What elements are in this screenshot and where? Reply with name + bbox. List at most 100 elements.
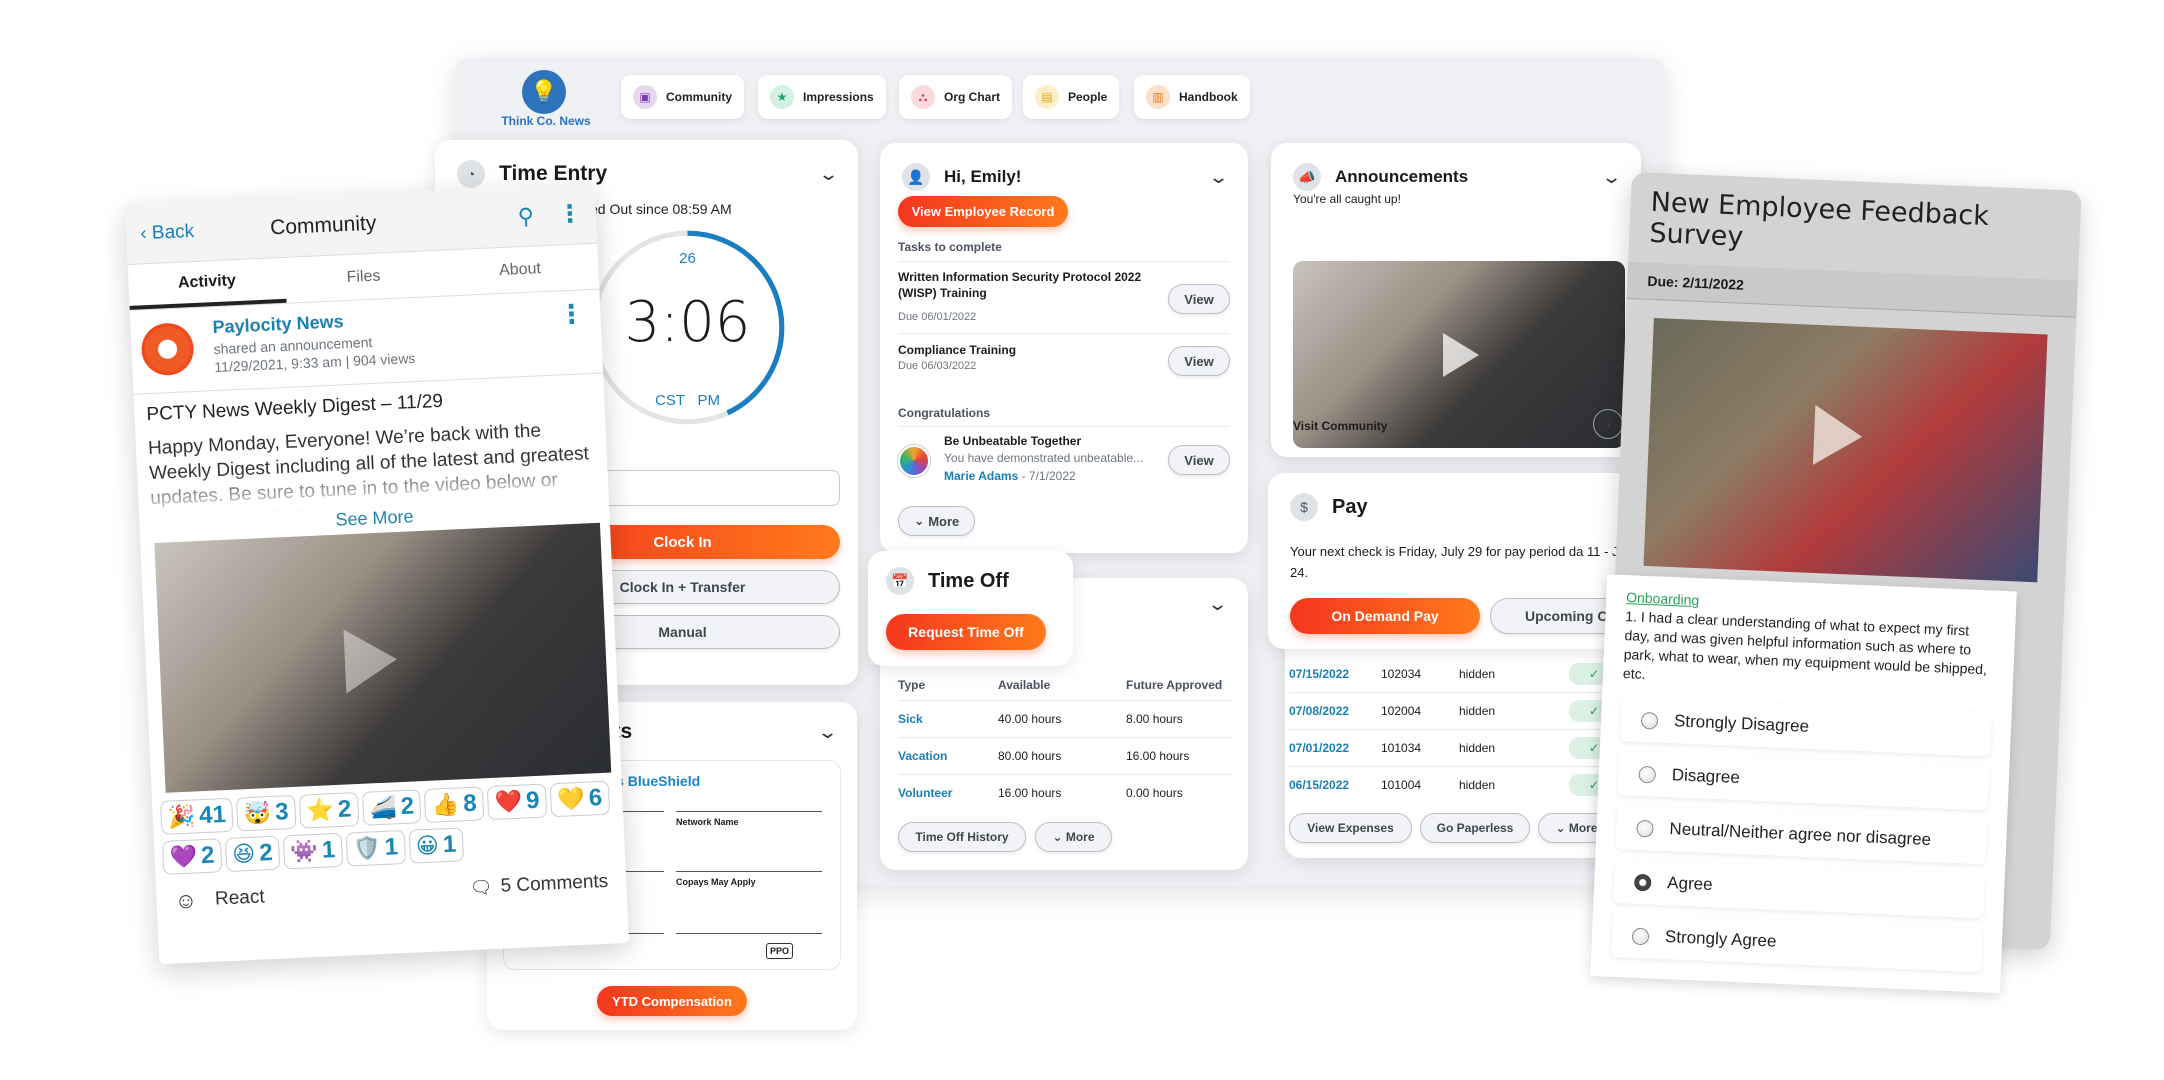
radio-button[interactable] [1633, 873, 1652, 891]
tasks-heading: Tasks to complete [898, 240, 1002, 254]
congrats-title: Be Unbeatable Together [944, 434, 1082, 448]
reaction-chip[interactable]: 💛 6 [549, 780, 610, 818]
option-label: Strongly Agree [1664, 927, 1777, 951]
employee-more-button[interactable]: ⌄ More [898, 506, 975, 536]
clock-icon: ◔ [457, 160, 485, 188]
reaction-count: 1 [384, 833, 399, 861]
chat-icon: ▣ [633, 85, 657, 109]
ytd-compensation-button[interactable]: YTD Compensation [597, 986, 747, 1016]
survey-panel: New Employee Feedback Survey Due: 2/11/2… [1590, 172, 2082, 994]
survey-option[interactable]: Strongly Disagree [1620, 697, 1992, 757]
nav-label: Handbook [1179, 90, 1238, 104]
play-icon[interactable] [343, 627, 399, 694]
chevron-down-icon[interactable]: ⌄ [817, 722, 838, 743]
reaction-chip[interactable]: 🎉 41 [160, 797, 234, 835]
time-off-title: Time Off [928, 569, 1009, 592]
survey-option[interactable]: Neutral/Neither agree nor disagree [1615, 804, 1988, 865]
reaction-chip[interactable]: 👍 8 [424, 786, 485, 823]
tab-activity[interactable]: Activity [127, 257, 287, 310]
book-icon: ▥ [1146, 85, 1170, 109]
clock-time: 3:06 [624, 290, 751, 355]
congrats-text: You have demonstrated unbeatable... [944, 451, 1144, 465]
on-demand-pay-button[interactable]: On Demand Pay [1290, 598, 1480, 634]
request-time-off-button[interactable]: Request Time Off [886, 614, 1046, 650]
survey-due: Due: 2/11/2022 [1626, 261, 2078, 318]
chevron-down-icon: ⌄ [1052, 830, 1066, 844]
go-paperless-button[interactable]: Go Paperless [1420, 813, 1530, 843]
chevron-down-icon[interactable]: ⌄ [1207, 594, 1228, 615]
play-icon[interactable] [1812, 404, 1864, 467]
play-icon[interactable] [1443, 333, 1479, 377]
reaction-chip[interactable]: 🤯 3 [236, 794, 297, 832]
back-button[interactable]: ‹ Back [140, 217, 271, 245]
lightbulb-logo-icon[interactable]: 💡 [522, 70, 566, 114]
pay-row: 06/15/2022 101004 hidden ✓ [1289, 766, 1619, 803]
reaction-chip[interactable]: ⭐ 2 [298, 792, 360, 829]
emoji-icon: 💜 [169, 843, 198, 870]
chevron-down-icon[interactable]: ⌄ [818, 164, 839, 185]
ppo-badge: PPO [766, 943, 794, 959]
time-off-more-button[interactable]: ⌄ More [1035, 822, 1112, 852]
survey-video[interactable] [1643, 318, 2048, 583]
radio-button[interactable] [1636, 819, 1654, 837]
radio-button[interactable] [1638, 765, 1657, 784]
reaction-chip[interactable]: 😆 2 [224, 835, 281, 873]
comments-link[interactable]: 5 Comments [500, 871, 609, 898]
survey-question-card: Onboarding 1. I had a clear understandin… [1590, 574, 2017, 994]
react-button[interactable]: React [215, 877, 471, 911]
smiley-icon[interactable]: ☺ [174, 887, 198, 914]
clock-zone: CST PM [654, 392, 720, 409]
reaction-count: 2 [258, 838, 274, 867]
more-vertical-icon[interactable]: ⋮ [557, 199, 582, 229]
task-view-button[interactable]: View [1168, 284, 1230, 314]
survey-option[interactable]: Strongly Agree [1611, 912, 1983, 973]
chevron-right-icon[interactable]: › [1593, 409, 1623, 439]
option-label: Agree [1666, 873, 1714, 894]
nav-people[interactable]: ▤ People [1023, 75, 1120, 119]
congrats-from[interactable]: Marie Adams [944, 469, 1018, 483]
nav-handbook[interactable]: ▥ Handbook [1134, 75, 1250, 119]
community-title: Community [269, 211, 377, 239]
network-label: Network Name [676, 817, 739, 827]
reaction-chip[interactable]: 😀 1 [408, 827, 465, 864]
radio-button[interactable] [1640, 711, 1659, 730]
radio-button[interactable] [1631, 927, 1650, 945]
task-title: Written Information Security Protocol 20… [898, 270, 1142, 300]
calendar-icon: 📅 [886, 567, 914, 595]
time-off-popup: 📅 Time Off Request Time Off [868, 551, 1073, 666]
nav-community[interactable]: ▣ Community [621, 75, 744, 119]
congrats-view-button[interactable]: View [1168, 445, 1230, 475]
chevron-down-icon[interactable]: ⌄ [1601, 167, 1622, 188]
task-view-button[interactable]: View [1168, 346, 1230, 376]
reaction-chip[interactable]: 👾 1 [282, 832, 344, 870]
tab-files[interactable]: Files [284, 251, 443, 303]
search-icon[interactable]: ⚲ [517, 203, 534, 230]
reaction-chip[interactable]: 💜 2 [161, 838, 223, 875]
reaction-chip[interactable]: 🚄 2 [361, 789, 422, 826]
post-more-icon[interactable]: ⋮ [558, 298, 585, 330]
nav-org-chart[interactable]: ⛬ Org Chart [899, 75, 1013, 119]
greeting: Hi, Emily! [944, 167, 1022, 186]
view-employee-record-button[interactable]: View Employee Record [898, 196, 1068, 227]
emoji-icon: ⭐ [305, 797, 335, 824]
chevron-down-icon[interactable]: ⌄ [1208, 167, 1229, 188]
congrats-meta: Marie Adams - 7/1/2022 [944, 469, 1076, 483]
nav-impressions[interactable]: ★ Impressions [758, 75, 886, 119]
time-off-history-button[interactable]: Time Off History [898, 822, 1026, 852]
post-author[interactable]: Paylocity News [212, 311, 344, 338]
reaction-chip[interactable]: ❤️ 9 [486, 783, 548, 821]
reaction-chip[interactable]: 🛡️ 1 [345, 829, 406, 867]
emoji-icon: ❤️ [494, 788, 523, 815]
survey-option[interactable]: Agree [1613, 858, 1985, 919]
emoji-icon: 😆 [231, 840, 256, 867]
survey-option[interactable]: Disagree [1617, 750, 1990, 811]
visit-community-link[interactable]: Visit Community [1293, 419, 1387, 433]
pay-title: Pay [1332, 495, 1368, 518]
emoji-icon: 🎉 [167, 803, 196, 830]
post-video[interactable] [154, 522, 612, 793]
view-expenses-button[interactable]: View Expenses [1289, 813, 1412, 843]
task-due: Due 06/01/2022 [898, 311, 977, 323]
paylocity-avatar[interactable] [140, 322, 195, 377]
tab-about[interactable]: About [441, 244, 600, 296]
announcements-card: 📣 Announcements ⌄ You're all caught up! … [1271, 143, 1641, 457]
